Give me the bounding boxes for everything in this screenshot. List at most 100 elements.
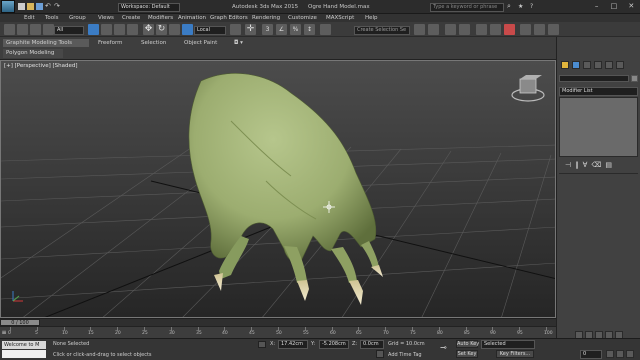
select-by-name-button[interactable] — [101, 24, 112, 35]
pin-stack-icon[interactable]: ⊣ — [565, 161, 571, 170]
pivot-center-button[interactable] — [230, 24, 241, 35]
unlink-icon[interactable] — [43, 24, 54, 35]
auto-key-button[interactable]: Auto Key — [456, 340, 479, 348]
menu-views[interactable]: Views — [98, 14, 114, 22]
key-filters-button[interactable]: Key Filters... — [496, 350, 534, 358]
snaps-toggle-icon[interactable]: 3 — [262, 24, 273, 35]
make-unique-icon[interactable]: ∀ — [583, 161, 588, 170]
orbit-icon[interactable] — [626, 350, 634, 358]
window-crossing-button[interactable] — [127, 24, 138, 35]
show-end-result-icon[interactable]: ‖ — [575, 161, 579, 170]
menu-graph-editors[interactable]: Graph Editors — [210, 14, 248, 22]
object-name-field[interactable] — [559, 75, 629, 82]
save-file-icon[interactable] — [36, 3, 43, 10]
time-slider-thumb[interactable]: 0 / 100 — [0, 319, 40, 326]
zoom-icon[interactable] — [606, 350, 614, 358]
create-tab-icon[interactable] — [561, 61, 569, 69]
tab-graphite-modeling-tools[interactable]: Graphite Modeling Tools — [3, 39, 89, 47]
select-object-button[interactable] — [88, 24, 99, 35]
move-icon[interactable]: ✥ — [143, 24, 154, 35]
menu-modifiers[interactable]: Modifiers — [148, 14, 173, 22]
selection-filter-dropdown[interactable]: All — [54, 26, 84, 35]
redo-button[interactable] — [17, 24, 28, 35]
modifier-stack[interactable] — [559, 97, 638, 157]
configure-sets-icon[interactable]: ▤ — [605, 161, 612, 170]
app-logo-icon[interactable] — [1, 0, 15, 13]
curve-editor-button[interactable] — [476, 24, 487, 35]
rendered-frame-window-button[interactable] — [534, 24, 545, 35]
mini-curve-editor-icon[interactable]: ≡ — [0, 327, 8, 338]
menu-edit[interactable]: Edit — [24, 14, 35, 22]
maxscript-mini-input[interactable] — [2, 350, 46, 358]
open-file-icon[interactable] — [27, 3, 34, 10]
search-input[interactable]: Type a keyword or phrase — [430, 3, 504, 12]
maximize-icon[interactable]: □ — [605, 0, 622, 13]
menu-animation[interactable]: Animation — [178, 14, 206, 22]
scale-icon[interactable] — [169, 24, 180, 35]
menu-customize[interactable]: Customize — [288, 14, 317, 22]
hierarchy-tab-icon[interactable] — [583, 61, 591, 69]
time-tag-icon[interactable] — [376, 350, 384, 358]
workspace-dropdown[interactable]: Workspace: Default — [118, 3, 180, 12]
reference-coord-dropdown[interactable]: Local — [194, 26, 226, 35]
set-key-button[interactable]: Set Key — [456, 350, 478, 358]
graphite-toggle-button[interactable] — [459, 24, 470, 35]
polygon-modeling-panel[interactable]: Polygon Modeling — [3, 49, 63, 58]
y-coordinate-field[interactable]: -5.208cm — [319, 340, 349, 349]
menu-tools[interactable]: Tools — [45, 14, 59, 22]
angle-snap-icon[interactable]: ∠ — [276, 24, 287, 35]
tab-freeform[interactable]: Freeform — [98, 39, 123, 47]
viewport-label[interactable]: [+] [Perspective] [Shaded] — [4, 63, 78, 69]
viewport-canvas[interactable] — [1, 61, 556, 318]
motion-tab-icon[interactable] — [594, 61, 602, 69]
display-tab-icon[interactable] — [605, 61, 613, 69]
new-file-icon[interactable] — [18, 3, 25, 10]
track-bar[interactable]: ≡ 0 5 10 15 20 25 30 35 40 45 50 55 60 65 70 75 80 85 90 95… — [0, 326, 556, 338]
mirror-button[interactable] — [414, 24, 425, 35]
layer-manager-button[interactable] — [445, 24, 456, 35]
align-button[interactable] — [428, 24, 439, 35]
tab-selection[interactable]: Selection — [141, 39, 166, 47]
render-setup-button[interactable] — [520, 24, 531, 35]
x-coordinate-field[interactable]: 17.42cm — [278, 340, 308, 349]
keyboard-shortcut-icon[interactable]: ✛ — [245, 24, 256, 35]
menu-maxscript[interactable]: MAXScript — [326, 14, 354, 22]
rotate-icon[interactable]: ↻ — [156, 24, 167, 35]
tab-object-paint[interactable]: Object Paint — [184, 39, 217, 47]
modifier-list-dropdown[interactable]: Modifier List — [559, 87, 638, 96]
current-frame-field[interactable]: 0 — [580, 350, 602, 359]
add-time-tag[interactable]: Add Time Tag — [388, 352, 422, 358]
selection-region-button[interactable] — [114, 24, 125, 35]
key-mode-dropdown[interactable]: Selected — [481, 340, 535, 349]
spinner-snap-icon[interactable]: ↕ — [304, 24, 315, 35]
utilities-tab-icon[interactable] — [616, 61, 624, 69]
edit-named-selection-button[interactable] — [320, 24, 331, 35]
maxscript-listener[interactable]: Welcome to M — [2, 341, 46, 349]
percent-snap-icon[interactable]: % — [290, 24, 301, 35]
material-editor-button[interactable] — [504, 24, 515, 35]
perspective-viewport[interactable]: [+] [Perspective] [Shaded] — [0, 60, 556, 318]
menu-help[interactable]: Help — [365, 14, 378, 22]
star-icon[interactable]: ★ — [518, 3, 525, 10]
minimize-icon[interactable]: – — [588, 0, 605, 13]
redo-icon[interactable]: ↷ — [54, 3, 61, 10]
link-icon[interactable] — [30, 24, 41, 35]
time-slider[interactable]: 0 / 100 — [0, 318, 556, 326]
menu-create[interactable]: Create — [122, 14, 140, 22]
schematic-view-button[interactable] — [490, 24, 501, 35]
close-icon[interactable]: ✕ — [623, 0, 640, 13]
selection-lock-icon[interactable] — [258, 341, 266, 348]
menu-rendering[interactable]: Rendering — [252, 14, 280, 22]
remove-modifier-icon[interactable]: ⌫ — [591, 161, 601, 170]
render-teapot-icon[interactable] — [548, 24, 559, 35]
ribbon-options-icon[interactable]: ◘ ▾ — [234, 39, 243, 47]
select-place-button[interactable] — [182, 24, 193, 35]
undo-icon[interactable]: ↶ — [45, 3, 52, 10]
object-color-swatch[interactable] — [631, 75, 638, 82]
help-icon[interactable]: ? — [530, 3, 537, 10]
undo-button[interactable] — [4, 24, 15, 35]
pan-icon[interactable] — [616, 350, 624, 358]
modify-tab-icon[interactable] — [572, 61, 580, 69]
z-coordinate-field[interactable]: 0.0cm — [360, 340, 384, 349]
named-selection-dropdown[interactable]: Create Selection Se — [354, 26, 410, 35]
